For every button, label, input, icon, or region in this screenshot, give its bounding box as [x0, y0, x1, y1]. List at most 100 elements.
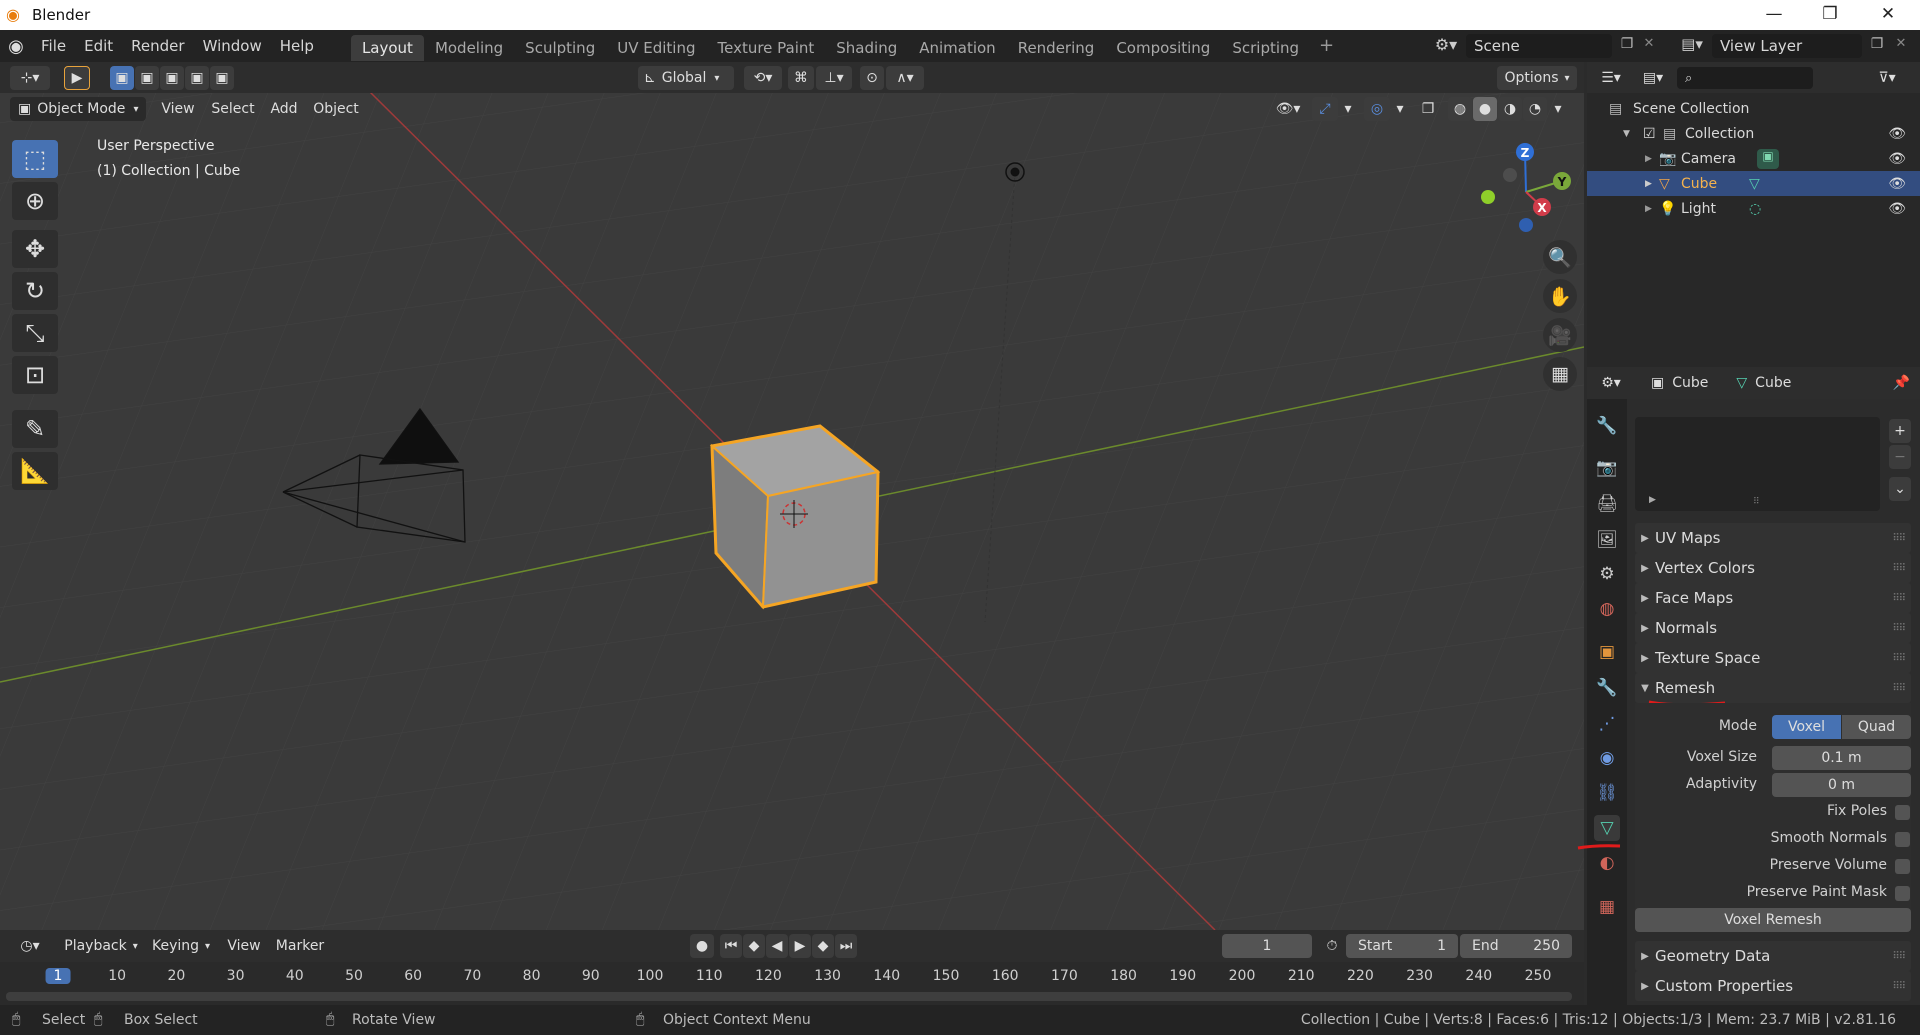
menu-file[interactable]: File [32, 30, 75, 62]
mesh-data-icon[interactable]: ▽ [1749, 176, 1771, 192]
resize-grip-icon[interactable]: ⠿ [1753, 497, 1760, 507]
shading-rendered-icon[interactable]: ◔ [1523, 97, 1547, 121]
stopwatch-icon[interactable]: ⏱ [1320, 934, 1344, 958]
panel-geometry-data[interactable]: ▶ Geometry Data ⠿⠿ [1635, 941, 1911, 971]
tab-modifiers-icon[interactable]: 🔧 [1594, 675, 1620, 701]
pivot-point-icon[interactable]: ⟲▾ [744, 66, 782, 90]
tab-constraints-icon[interactable]: ⛓ [1594, 780, 1620, 806]
camera-view-icon[interactable]: 🎥 [1543, 318, 1577, 352]
outliner-row-camera[interactable]: ▶ 📷 Camera ▣ 👁 [1587, 146, 1920, 171]
record-icon[interactable]: ● [690, 934, 714, 958]
drag-grip-icon[interactable]: ⠿⠿ [1892, 533, 1906, 544]
panel-uv-maps[interactable]: ▶ UV Maps ⠿⠿ [1635, 523, 1911, 553]
editor-type-icon[interactable]: ⊹▾ [10, 66, 50, 90]
tool-select-box-icon[interactable]: ⬚ [12, 140, 58, 178]
tab-texture-paint[interactable]: Texture Paint [706, 35, 825, 61]
tab-material-icon[interactable]: ◐ [1594, 850, 1620, 876]
zoom-icon[interactable]: 🔍 [1543, 240, 1577, 274]
tab-tool-icon[interactable]: 🔧 [1594, 413, 1620, 439]
overlay-toggle-icon[interactable]: ◎ [1364, 97, 1390, 121]
maximize-button[interactable]: ❐ [1802, 0, 1858, 30]
timeline-menu-marker[interactable]: Marker [272, 934, 328, 958]
tab-particles-icon[interactable]: ⋰ [1594, 711, 1620, 737]
visibility-eye-icon[interactable]: 👁 [1888, 151, 1906, 167]
panel-vertex-colors[interactable]: ▶ Vertex Colors ⠿⠿ [1635, 553, 1911, 583]
proportional-edit-icon[interactable]: ⊙ [860, 66, 884, 90]
menu-window[interactable]: Window [194, 30, 271, 62]
tab-world-icon[interactable]: ◍ [1594, 596, 1620, 622]
drag-grip-icon[interactable]: ⠿⠿ [1892, 683, 1906, 694]
tool-annotate-icon[interactable]: ✎ [12, 410, 58, 448]
expand-arrow-icon[interactable]: ▶ [1645, 154, 1659, 164]
checkbox-checked-icon[interactable]: ☑ [1643, 126, 1663, 142]
drag-grip-icon[interactable]: ⠿⠿ [1892, 653, 1906, 664]
view-layer-browse-icon[interactable]: ▤▾ [1674, 35, 1710, 57]
tab-output-icon[interactable]: 🖨 [1594, 491, 1620, 517]
specials-menu-icon[interactable]: ⌄ [1889, 477, 1911, 501]
voxel-remesh-button[interactable]: Voxel Remesh [1635, 908, 1911, 932]
delete-scene-icon[interactable]: ✕ [1640, 36, 1658, 56]
properties-editor-type-icon[interactable]: ⚙▾ [1593, 371, 1629, 395]
tab-mesh-data-icon[interactable]: ▽ [1594, 815, 1620, 841]
panel-normals[interactable]: ▶ Normals ⠿⠿ [1635, 613, 1911, 643]
proportional-falloff-icon[interactable]: ∧▾ [886, 66, 924, 90]
play-reverse-icon[interactable]: ◀ [766, 934, 788, 958]
tab-layout[interactable]: Layout [350, 34, 424, 61]
voxel-size-field[interactable]: 0.1 m [1772, 746, 1911, 770]
outliner-row-cube[interactable]: ▶ ▽ Cube ▽ 👁 [1587, 171, 1920, 196]
tool-scale-icon[interactable]: ⤡ [12, 314, 58, 352]
jump-end-icon[interactable]: ⏭ [835, 934, 857, 958]
select-extend-icon[interactable]: ▣ [135, 66, 159, 90]
attribute-list[interactable]: ▶ ⠿ [1635, 417, 1880, 511]
transform-orientation-dropdown[interactable]: ⊾ Global ▾ [638, 66, 734, 90]
close-button[interactable]: ✕ [1860, 0, 1916, 30]
tab-object-icon[interactable]: ▣ [1594, 639, 1620, 665]
delete-view-layer-icon[interactable]: ✕ [1892, 36, 1910, 56]
blender-menu-icon[interactable]: ◉ [0, 36, 32, 57]
select-difference-icon[interactable]: ▣ [185, 66, 209, 90]
expand-arrow-icon[interactable]: ▶ [1645, 204, 1659, 214]
remove-item-icon[interactable]: − [1889, 445, 1911, 469]
timeline-menu-playback[interactable]: Playback ▾ [58, 934, 144, 958]
light-data-icon[interactable]: ◌ [1749, 201, 1771, 217]
menu-render[interactable]: Render [122, 30, 193, 62]
tab-shading[interactable]: Shading [825, 35, 908, 61]
display-mode-icon[interactable]: ▤▾ [1635, 66, 1671, 90]
perspective-toggle-icon[interactable]: ▦ [1543, 357, 1577, 391]
tab-render-icon[interactable]: 📷 [1594, 455, 1620, 481]
drag-grip-icon[interactable]: ⠿⠿ [1892, 593, 1906, 604]
start-frame-field[interactable]: Start 1 [1346, 934, 1458, 958]
visibility-eye-icon[interactable]: 👁 [1888, 176, 1906, 192]
filter-icon[interactable]: ⊽▾ [1869, 66, 1905, 90]
timeline-menu-keying[interactable]: Keying ▾ [146, 934, 216, 958]
tool-cursor-icon[interactable]: ⊕ [12, 182, 58, 220]
viewport-menu-select[interactable]: Select [206, 97, 260, 121]
tool-select-icon[interactable]: ▶ [64, 66, 90, 90]
visibility-eye-icon[interactable]: 👁 [1888, 126, 1906, 142]
tab-uv-editing[interactable]: UV Editing [606, 35, 706, 61]
outliner-row-collection[interactable]: ▼ ☑ ▤ Collection 👁 [1587, 121, 1920, 146]
add-workspace-icon[interactable]: + [1310, 30, 1343, 62]
visibility-eye-icon[interactable]: 👁 [1888, 201, 1906, 217]
expand-arrow-icon[interactable]: ▶ [1645, 179, 1659, 189]
shading-dropdown-icon[interactable]: ▾ [1549, 97, 1567, 121]
scene-name-field[interactable]: Scene [1466, 34, 1612, 58]
outliner-search-input[interactable]: ⌕ [1677, 67, 1813, 89]
options-dropdown[interactable]: Options ▾ [1497, 66, 1577, 90]
pan-hand-icon[interactable]: ✋ [1543, 279, 1577, 313]
viewport-menu-object[interactable]: Object [308, 97, 364, 121]
drag-grip-icon[interactable]: ⠿⠿ [1892, 623, 1906, 634]
viewport-menu-add[interactable]: Add [264, 97, 304, 121]
tab-view-layer-icon[interactable]: 🖼 [1594, 527, 1620, 553]
next-keyframe-icon[interactable]: ◆ [812, 934, 834, 958]
shading-wireframe-icon[interactable]: ◍ [1448, 97, 1472, 121]
viewport-menu-view[interactable]: View [156, 97, 200, 121]
menu-help[interactable]: Help [271, 30, 323, 62]
select-intersect-icon[interactable]: ▣ [210, 66, 234, 90]
jump-start-icon[interactable]: ⏮ [720, 934, 742, 958]
pin-icon[interactable]: 📌 [1893, 375, 1910, 391]
preserve-paint-mask-checkbox[interactable] [1895, 886, 1910, 901]
snap-toggle-icon[interactable]: ⌘ [788, 66, 814, 90]
overlay-dropdown-icon[interactable]: ▾ [1392, 97, 1408, 121]
gizmo-toggle-icon[interactable]: ⤢ [1312, 97, 1338, 121]
